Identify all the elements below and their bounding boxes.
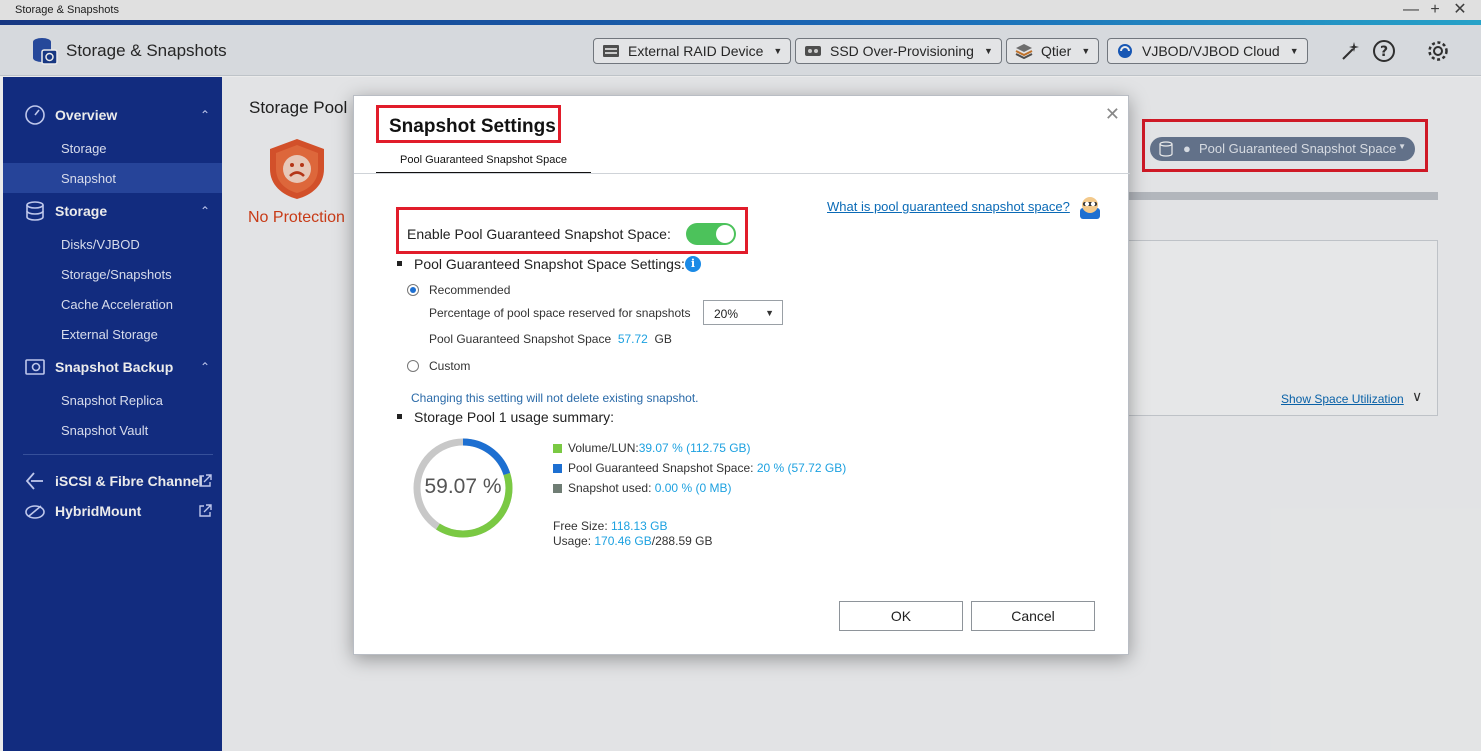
legend-label: Pool Guaranteed Snapshot Space: (568, 461, 754, 475)
settings-section-label: Pool Guaranteed Snapshot Space Settings: (414, 256, 685, 272)
guaranteed-space-label: Pool Guaranteed Snapshot Space (429, 332, 612, 346)
recommended-radio[interactable] (407, 284, 419, 296)
legend-swatch-volume (553, 444, 562, 453)
legend-swatch-snapshot-used (553, 484, 562, 493)
help-avatar-icon[interactable] (1077, 194, 1103, 220)
legend-item-volume: Volume/LUN:39.07 % (112.75 GB) (568, 441, 751, 455)
percentage-select-value: 20% (714, 307, 739, 321)
cancel-button[interactable]: Cancel (971, 601, 1095, 631)
free-size-value: 118.13 GB (611, 519, 668, 533)
percentage-label: Percentage of pool space reserved for sn… (429, 306, 691, 320)
legend-swatch-snapshot-space (553, 464, 562, 473)
usage-percent: 59.07 % (424, 475, 502, 498)
tab-pool-guaranteed-snapshot-space[interactable]: Pool Guaranteed Snapshot Space (376, 154, 591, 174)
bullet-icon (397, 261, 402, 266)
usage-value: 170.46 GB (594, 534, 652, 548)
guaranteed-space-value: 57.72 (617, 332, 648, 346)
free-size-label: Free Size: (553, 519, 608, 533)
close-icon[interactable]: ✕ (1105, 104, 1120, 125)
custom-label: Custom (429, 359, 471, 373)
usage-total: /288.59 GB (651, 534, 713, 548)
enable-snapshot-space-toggle[interactable] (686, 223, 736, 245)
ok-button[interactable]: OK (839, 601, 963, 631)
dialog-title: Snapshot Settings (389, 116, 556, 137)
usage-label: Usage: (553, 534, 592, 548)
warning-note: Changing this setting will not delete ex… (411, 391, 699, 405)
custom-radio[interactable] (407, 360, 419, 372)
usage-summary-label: Storage Pool 1 usage summary: (414, 409, 614, 425)
enable-snapshot-space-label: Enable Pool Guaranteed Snapshot Space: (407, 226, 671, 242)
help-link[interactable]: What is pool guaranteed snapshot space? (827, 199, 1070, 214)
legend-item-snapshot-used: Snapshot used: 0.00 % (0 MB) (568, 481, 731, 495)
guaranteed-space-row: Pool Guaranteed Snapshot Space 57.72 GB (429, 332, 672, 346)
usage-row: Usage: 170.46 GB/288.59 GB (553, 534, 712, 548)
info-icon[interactable]: i (685, 256, 701, 272)
recommended-label: Recommended (429, 283, 511, 297)
toggle-knob (716, 225, 734, 243)
legend-item-snapshot-space: Pool Guaranteed Snapshot Space: 20 % (57… (568, 461, 846, 475)
free-size-row: Free Size: 118.13 GB (553, 519, 668, 533)
chevron-down-icon: ▼ (765, 308, 774, 318)
legend-label: Snapshot used: (568, 481, 652, 495)
legend-value: 0.00 % (0 MB) (654, 481, 732, 495)
tab-divider (354, 173, 1130, 174)
snapshot-settings-dialog: Snapshot Settings ✕ Pool Guaranteed Snap… (353, 95, 1130, 655)
legend-value: 20 % (57.72 GB) (756, 461, 847, 475)
guaranteed-space-unit: GB (654, 332, 672, 346)
legend-label: Volume/LUN: (568, 441, 639, 455)
percentage-select[interactable]: 20% ▼ (703, 300, 783, 325)
bullet-icon (397, 414, 402, 419)
legend-value: 39.07 % (112.75 GB) (638, 441, 751, 455)
